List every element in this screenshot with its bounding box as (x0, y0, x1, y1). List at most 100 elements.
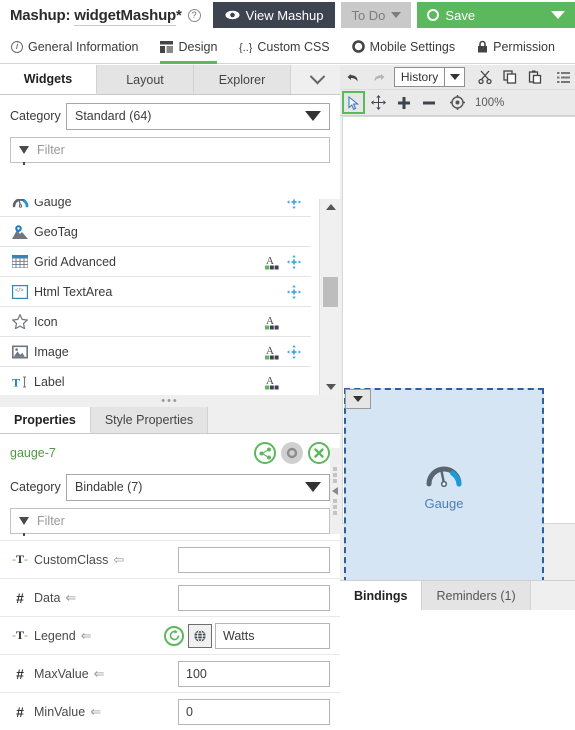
widget-list-item-label: Html TextArea (34, 284, 113, 299)
tab-widgets[interactable]: Widgets (0, 65, 97, 94)
property-row: # Data ⇐ (0, 578, 340, 616)
widget-list-item[interactable]: GeoTag (0, 217, 311, 247)
widget-list-item-label: GeoTag (34, 224, 78, 239)
paste-icon[interactable] (523, 66, 546, 89)
eye-icon (225, 8, 240, 23)
draggable-badge-icon[interactable] (285, 199, 303, 209)
tab-layout[interactable]: Layout (97, 65, 194, 94)
zoom-in-icon[interactable] (392, 91, 415, 114)
widget-list-item[interactable]: T Label A (0, 367, 311, 395)
widget-menu-caret-icon[interactable] (345, 389, 371, 409)
tab-custom-css[interactable]: {..} Custom CSS (228, 30, 340, 64)
widget-list[interactable]: Gauge GeoTag Grid Advanced A </> Html TextAre… (0, 199, 340, 395)
style-badge-icon: A (261, 314, 281, 330)
widget-list-item-label: Label (34, 374, 65, 389)
zoom-out-icon[interactable] (417, 91, 440, 114)
pan-move-icon[interactable] (367, 91, 390, 114)
property-type-icon: -T- (11, 552, 28, 566)
share-icon[interactable] (254, 442, 276, 464)
tab-permissions[interactable]: Permission (466, 30, 566, 64)
property-category-select[interactable]: Bindable (7) (66, 473, 330, 501)
dirty-marker: * (176, 6, 182, 24)
undo-icon[interactable] (342, 66, 365, 89)
widget-list-item[interactable]: </> Html TextArea (0, 277, 311, 307)
tab-permissions-label: Permission (493, 39, 555, 54)
widget-filter-placeholder: Filter (37, 143, 65, 157)
select-arrow-icon[interactable] (342, 91, 365, 114)
braces-icon: {..} (239, 41, 252, 53)
property-value-input[interactable]: 100 (178, 660, 330, 687)
svg-text:A: A (266, 315, 274, 327)
property-value-input[interactable]: Watts (215, 622, 330, 649)
canvas-widget-gauge[interactable]: Gauge (344, 388, 544, 583)
property-name: Data (34, 590, 61, 605)
canvas-widget-label: Gauge (424, 496, 464, 511)
draggable-badge-icon[interactable] (285, 344, 303, 359)
tab-reminders[interactable]: Reminders (1) (422, 581, 531, 610)
widget-filter-input[interactable]: Filter (10, 137, 330, 165)
tab-explorer[interactable]: Explorer (194, 65, 291, 94)
scrollbar-thumb[interactable] (323, 277, 338, 307)
tab-style-properties[interactable]: Style Properties (90, 407, 209, 433)
widget-list-item[interactable]: Icon A (0, 307, 311, 337)
tab-properties[interactable]: Properties (0, 407, 91, 433)
tab-general-information[interactable]: i General Information (0, 30, 149, 64)
widget-list-item[interactable]: Gauge (0, 199, 311, 217)
redo-icon (367, 66, 390, 89)
draggable-badge-icon[interactable] (285, 254, 303, 269)
geotag-icon (8, 224, 32, 239)
refresh-icon[interactable] (164, 625, 184, 646)
tab-design[interactable]: Design (149, 30, 228, 64)
close-icon[interactable] (308, 442, 330, 464)
view-mashup-button[interactable]: View Mashup (212, 2, 336, 28)
tab-bindings[interactable]: Bindings (340, 581, 423, 610)
copy-icon[interactable] (498, 66, 521, 89)
panel-splitter-handle[interactable] (330, 448, 340, 534)
view-mashup-label: View Mashup (245, 7, 324, 23)
history-dropdown[interactable]: History (393, 67, 466, 87)
design-canvas[interactable]: Gauge (342, 116, 575, 583)
gauge-icon (8, 199, 32, 208)
save-ring-icon (427, 9, 440, 21)
question-icon[interactable]: ? (187, 8, 201, 22)
draggable-badge-icon[interactable] (285, 284, 303, 299)
property-value-input[interactable] (178, 546, 330, 573)
widget-category-select[interactable]: Standard (64) (66, 102, 330, 130)
property-filter-placeholder: Filter (37, 514, 65, 528)
widget-list-item[interactable]: Image A (0, 337, 311, 367)
design-toolbar-tools: 100% (340, 90, 575, 116)
design-toolbar-history: History (340, 65, 575, 90)
panel-resize-grip[interactable]: ••• (0, 395, 340, 407)
property-name: MaxValue (34, 666, 89, 681)
zoom-reset-icon[interactable] (446, 91, 469, 114)
collapse-left-icon[interactable] (332, 487, 338, 495)
left-panel-tabs: Widgets Layout Explorer (0, 65, 340, 95)
localize-globe-icon[interactable] (188, 623, 212, 648)
caret-down-icon[interactable] (444, 68, 464, 86)
cut-icon[interactable] (473, 66, 496, 89)
property-value-input[interactable]: 0 (178, 698, 330, 725)
html-icon: </> (8, 284, 32, 299)
scroll-down-arrow-icon[interactable] (320, 379, 340, 395)
property-value-input[interactable] (178, 584, 330, 611)
tab-mobile-settings[interactable]: Mobile Settings (341, 30, 466, 64)
property-row: # MinValue ⇐ 0 (0, 692, 340, 730)
gauge-icon (425, 460, 463, 491)
property-filter-input[interactable]: Filter (10, 508, 330, 536)
property-type-icon: # (16, 589, 24, 606)
list-icon[interactable] (552, 66, 575, 89)
widget-list-scrollbar[interactable] (319, 199, 340, 395)
save-button[interactable]: Save (417, 2, 575, 28)
svg-text:{..}: {..} (239, 42, 252, 53)
left-panel: Widgets Layout Explorer Category Standar… (0, 65, 340, 725)
design-icon (160, 40, 174, 53)
chevron-down-icon (305, 111, 321, 121)
save-dropdown-caret-icon[interactable] (551, 11, 565, 19)
filter-icon (19, 146, 29, 165)
widget-list-item-label: Grid Advanced (34, 254, 116, 269)
todo-button[interactable]: To Do (341, 2, 412, 28)
chevron-down-icon[interactable] (294, 65, 340, 94)
tab-reminders-label: Reminders (1) (436, 588, 516, 603)
widget-list-item[interactable]: Grid Advanced A (0, 247, 311, 277)
scroll-up-arrow-icon[interactable] (320, 199, 340, 215)
